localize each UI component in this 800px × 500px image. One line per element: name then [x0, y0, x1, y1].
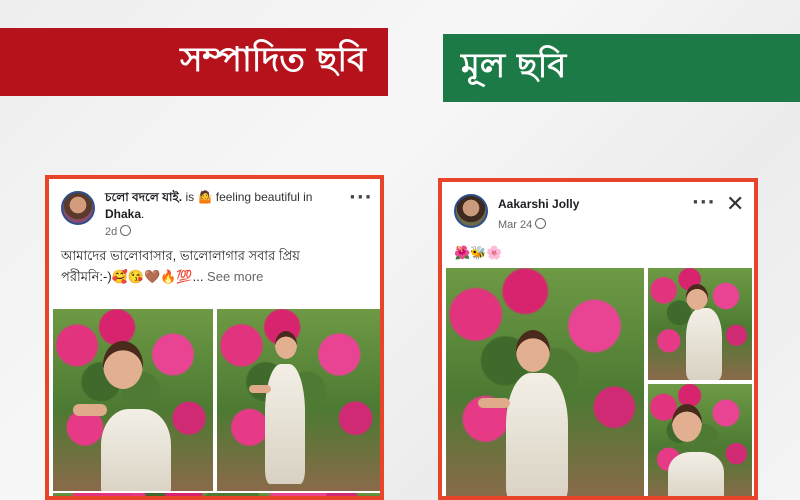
- post-header: চলো বদলে যাই. is 🤷 feeling beautiful in …: [49, 179, 380, 241]
- post-photo[interactable]: [53, 309, 213, 491]
- edited-image-banner: সম্পাদিত ছবি: [0, 28, 388, 96]
- globe-icon: [120, 225, 132, 236]
- more-options-icon[interactable]: ···: [349, 187, 373, 208]
- post-photo[interactable]: [648, 384, 752, 496]
- see-more-link[interactable]: See more: [203, 269, 263, 284]
- post-text: আমাদের ভালোবাসার, ভালোলাগার সবার প্রিয় …: [61, 245, 371, 287]
- author-name[interactable]: চলো বদলে যাই.: [105, 190, 182, 204]
- more-options-icon[interactable]: ···: [692, 192, 716, 213]
- activity-text: feeling beautiful in: [212, 190, 313, 204]
- post-text-line: পরীমনি:-)🥰😘🤎🔥💯...: [61, 269, 204, 284]
- post-time[interactable]: Mar 24: [498, 219, 532, 231]
- post-emojis: 🌺🐝🌸: [454, 245, 503, 260]
- edited-image-label: সম্পাদিত ছবি: [180, 39, 366, 80]
- globe-icon: [535, 218, 547, 229]
- post-meta: Mar 24: [498, 218, 547, 231]
- post-meta: 2d: [105, 225, 132, 238]
- post-photo[interactable]: [53, 493, 380, 496]
- avatar[interactable]: [454, 194, 488, 228]
- original-post-card: Aakarshi Jolly Mar 24 ··· ✕ 🌺🐝🌸: [438, 178, 758, 500]
- place-suffix: .: [141, 207, 145, 221]
- post-text-line: আমাদের ভালোবাসার, ভালোলাগার সবার প্রিয়: [61, 248, 300, 263]
- edited-post-card: চলো বদলে যাই. is 🤷 feeling beautiful in …: [45, 175, 384, 500]
- activity-prefix: is: [182, 190, 198, 204]
- avatar[interactable]: [61, 191, 95, 225]
- author-name[interactable]: Aakarshi Jolly: [498, 197, 579, 211]
- place-link[interactable]: Dhaka: [105, 207, 141, 221]
- post-header: Aakarshi Jolly Mar 24 ··· ✕: [442, 182, 754, 244]
- original-image-banner: মূল ছবি: [443, 34, 800, 102]
- post-photo[interactable]: [446, 268, 644, 496]
- post-photo[interactable]: [217, 309, 380, 491]
- post-author-line: চলো বদলে যাই. is 🤷 feeling beautiful in …: [105, 189, 335, 223]
- post-photo[interactable]: [648, 268, 752, 380]
- close-icon[interactable]: ✕: [726, 192, 744, 217]
- feeling-emoji-icon: 🤷: [197, 190, 213, 204]
- post-time[interactable]: 2d: [105, 226, 117, 238]
- original-image-label: মূল ছবি: [461, 45, 567, 86]
